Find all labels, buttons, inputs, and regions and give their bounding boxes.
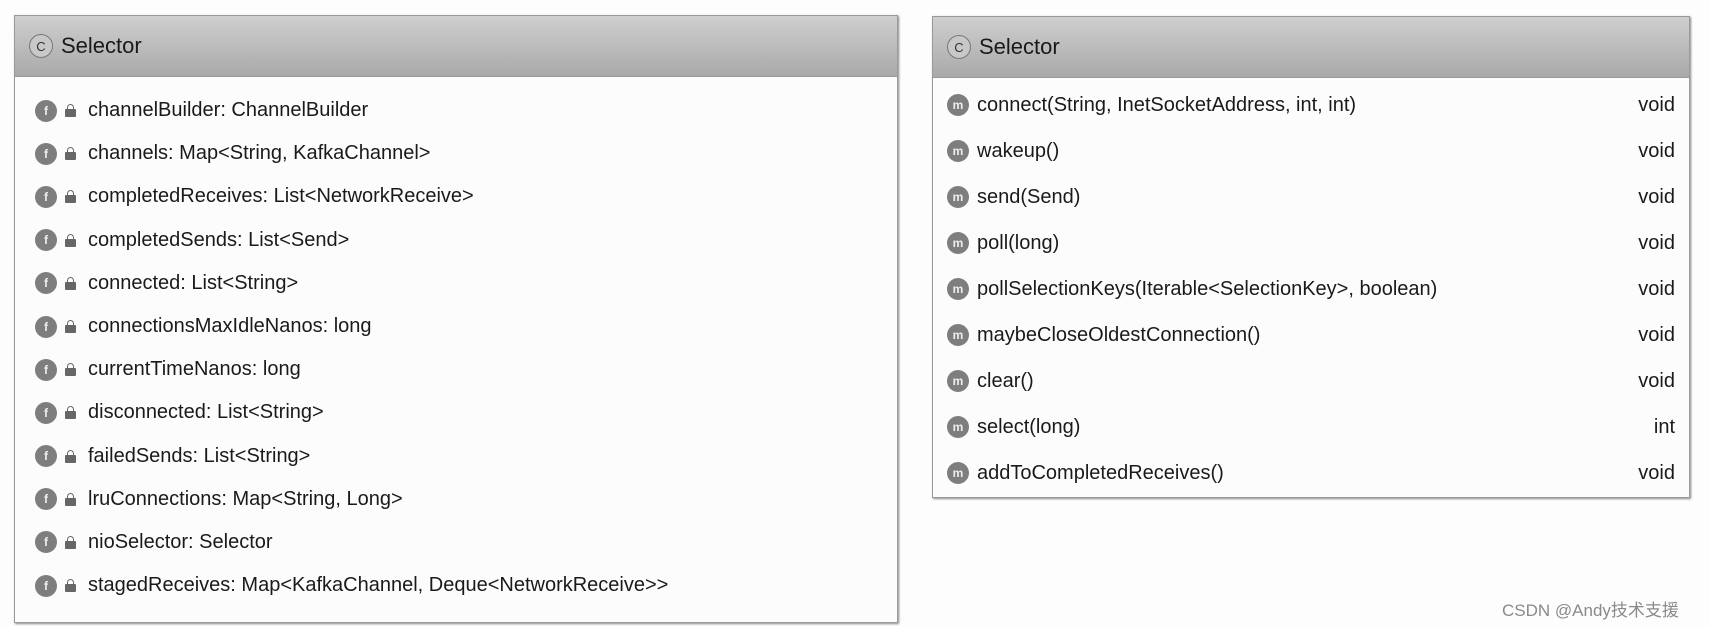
method-name: send(Send) [977, 185, 1081, 208]
method-return-type: void [1638, 139, 1675, 162]
lock-icon [65, 320, 76, 334]
lock-icon [65, 449, 76, 463]
class-icon: C [29, 34, 53, 58]
field-row[interactable]: f disconnected: List<String> [35, 391, 897, 434]
method-return-type: void [1638, 93, 1675, 116]
field-icon: f [35, 574, 57, 597]
field-label: connectionsMaxIdleNanos: long [88, 315, 372, 338]
watermark: CSDN @Andy技术支援 [1502, 601, 1679, 620]
field-icon: f [35, 401, 57, 424]
method-return-type: void [1638, 369, 1675, 392]
methods-panel-header: C Selector [933, 17, 1689, 78]
field-row[interactable]: f connected: List<String> [35, 262, 897, 305]
method-name: addToCompletedReceives() [977, 461, 1224, 484]
method-row[interactable]: m select(long) int [947, 404, 1689, 450]
lock-icon [65, 492, 76, 506]
method-return-type: void [1638, 323, 1675, 346]
method-return-type: void [1638, 461, 1675, 484]
fields-panel-header: C Selector [15, 16, 897, 77]
method-name: poll(long) [977, 231, 1060, 254]
method-return-type: int [1653, 415, 1675, 438]
method-name: connect(String, InetSocketAddress, int, … [977, 93, 1357, 116]
method-name: pollSelectionKeys(Iterable<SelectionKey>… [977, 277, 1438, 300]
field-icon: f [35, 185, 57, 208]
method-return-type: void [1638, 231, 1675, 254]
method-row[interactable]: m connect(String, InetSocketAddress, int,… [947, 82, 1689, 128]
field-label: nioSelector: Selector [88, 530, 273, 553]
lock-icon [65, 190, 76, 204]
method-return-type: void [1638, 185, 1675, 208]
lock-icon [65, 276, 76, 290]
method-icon: m [947, 186, 969, 208]
field-label: lruConnections: Map<String, Long> [88, 487, 403, 510]
field-icon: f [35, 229, 57, 252]
field-label: channelBuilder: ChannelBuilder [88, 99, 369, 122]
method-icon: m [947, 278, 969, 300]
field-icon: f [35, 99, 57, 122]
method-row[interactable]: m pollSelectionKeys(Iterable<SelectionKey… [947, 266, 1689, 312]
method-list: m connect(String, InetSocketAddress, int,… [933, 78, 1689, 496]
method-name: clear() [977, 369, 1034, 392]
method-icon: m [947, 324, 969, 346]
field-label: completedReceives: List<NetworkReceive> [88, 185, 474, 208]
method-icon: m [947, 370, 969, 392]
field-label: connected: List<String> [88, 271, 299, 294]
method-icon: m [947, 94, 969, 116]
method-icon: m [947, 462, 969, 484]
methods-panel-title: Selector [979, 34, 1060, 59]
method-row[interactable]: m wakeup() void [947, 128, 1689, 174]
method-row[interactable]: m send(Send) void [947, 174, 1689, 220]
method-return-type: void [1638, 277, 1675, 300]
method-name: wakeup() [977, 139, 1060, 162]
lock-icon [65, 104, 76, 118]
field-row[interactable]: f completedSends: List<Send> [35, 219, 897, 262]
field-label: stagedReceives: Map<KafkaChannel, Deque<… [88, 574, 669, 597]
field-list: f channelBuilder: ChannelBuilder f channels… [15, 89, 897, 607]
field-row[interactable]: f nioSelector: Selector [35, 521, 897, 564]
method-row[interactable]: m maybeCloseOldestConnection() void [947, 312, 1689, 358]
method-row[interactable]: m addToCompletedReceives() void [947, 450, 1689, 496]
method-icon: m [947, 140, 969, 162]
field-label: failedSends: List<String> [88, 444, 311, 467]
field-icon: f [35, 142, 57, 165]
field-icon: f [35, 358, 57, 381]
class-icon: C [947, 35, 971, 59]
field-row[interactable]: f completedReceives: List<NetworkReceive> [35, 175, 897, 218]
method-row[interactable]: m poll(long) void [947, 220, 1689, 266]
methods-panel: C Selector m connect(String, InetSocketAd… [932, 16, 1690, 498]
lock-icon [65, 233, 76, 247]
field-icon: f [35, 272, 57, 295]
lock-icon [65, 406, 76, 420]
method-icon: m [947, 232, 969, 254]
lock-icon [65, 147, 76, 161]
field-row[interactable]: f channels: Map<String, KafkaChannel> [35, 132, 897, 175]
field-row[interactable]: f connectionsMaxIdleNanos: long [35, 305, 897, 348]
method-name: maybeCloseOldestConnection() [977, 323, 1261, 346]
field-icon: f [35, 315, 57, 338]
field-label: disconnected: List<String> [88, 401, 324, 424]
field-row[interactable]: f failedSends: List<String> [35, 435, 897, 478]
fields-panel: C Selector f channelBuilder: ChannelBuild… [14, 15, 898, 623]
method-name: select(long) [977, 415, 1081, 438]
field-icon: f [35, 445, 57, 468]
lock-icon [65, 579, 76, 593]
lock-icon [65, 535, 76, 549]
field-row[interactable]: f channelBuilder: ChannelBuilder [35, 89, 897, 132]
method-row[interactable]: m clear() void [947, 358, 1689, 404]
field-row[interactable]: f stagedReceives: Map<KafkaChannel, Deque… [35, 564, 897, 607]
field-label: channels: Map<String, KafkaChannel> [88, 142, 431, 165]
fields-panel-title: Selector [61, 33, 142, 58]
field-icon: f [35, 531, 57, 554]
field-row[interactable]: f currentTimeNanos: long [35, 348, 897, 391]
field-row[interactable]: f lruConnections: Map<String, Long> [35, 478, 897, 521]
method-icon: m [947, 416, 969, 438]
field-icon: f [35, 488, 57, 511]
lock-icon [65, 363, 76, 377]
field-label: currentTimeNanos: long [88, 358, 301, 381]
field-label: completedSends: List<Send> [88, 228, 350, 251]
